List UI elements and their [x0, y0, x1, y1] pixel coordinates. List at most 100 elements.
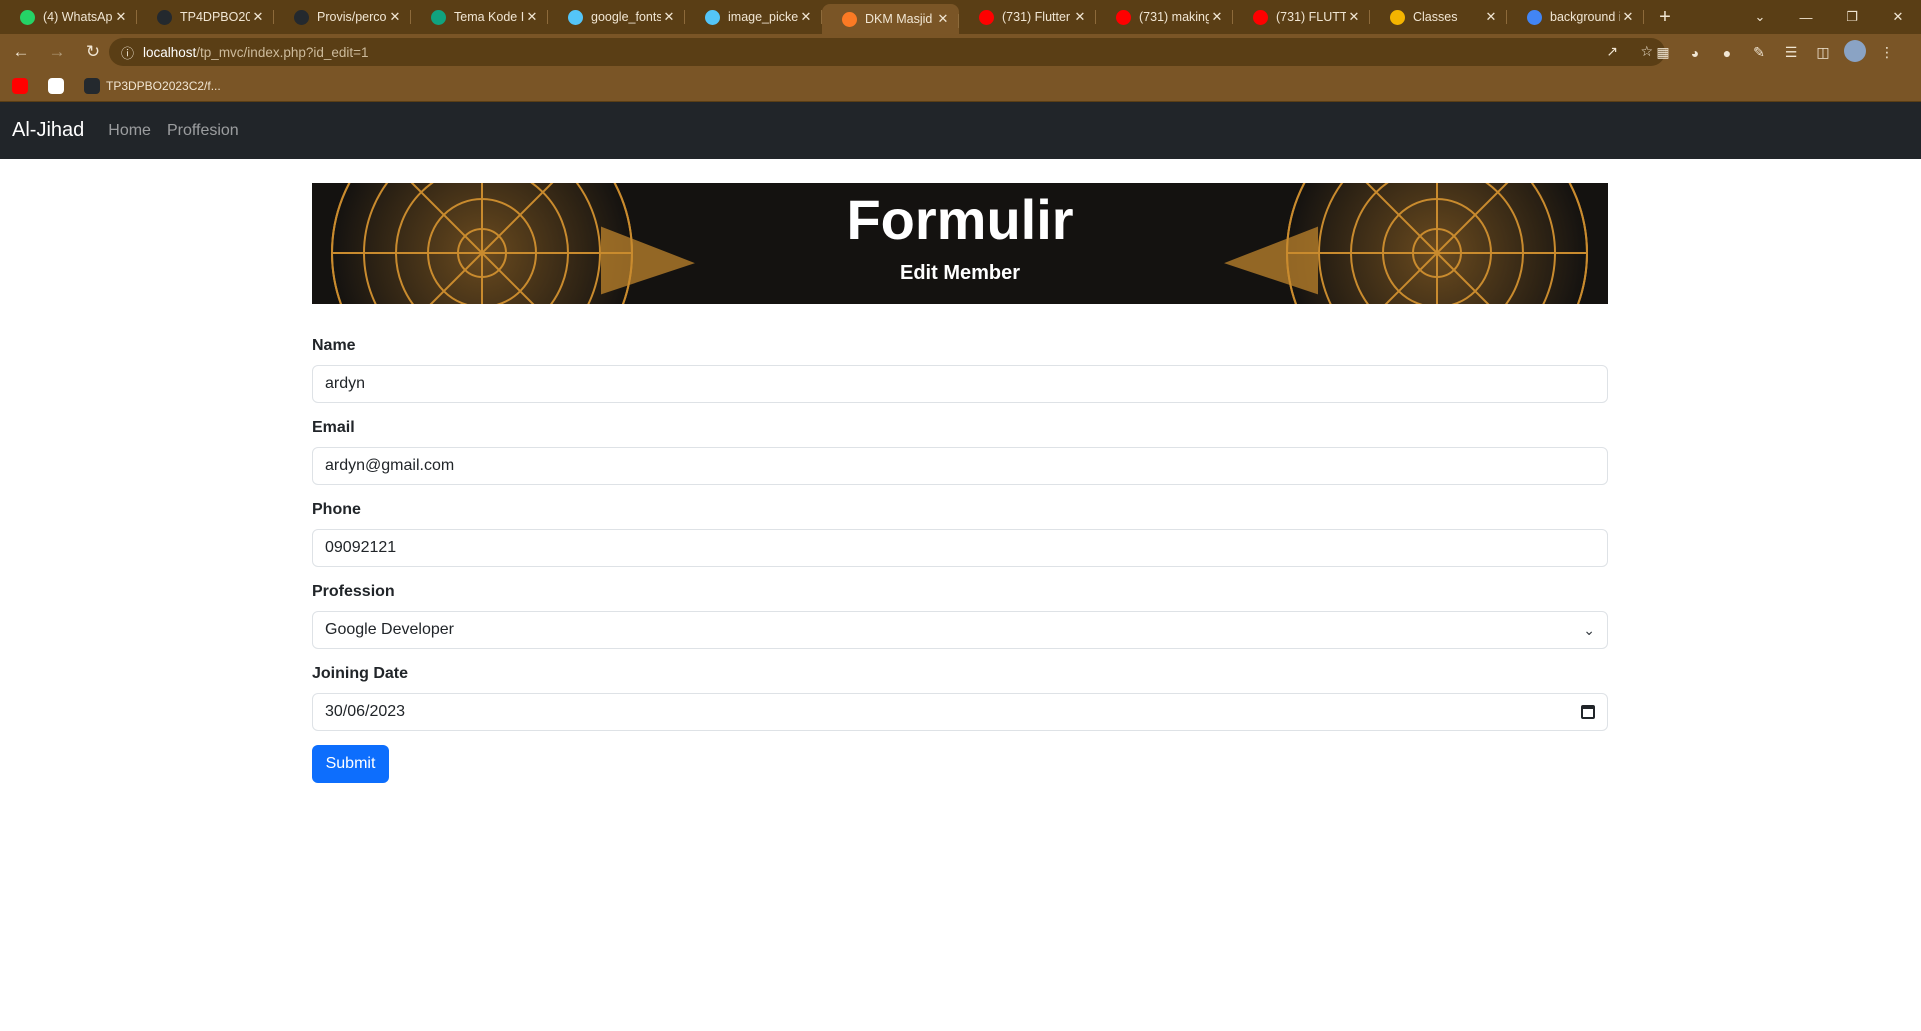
phone-value: 09092121	[325, 539, 397, 556]
google-icon	[1527, 9, 1542, 25]
joining-date-input[interactable]: 30/06/2023	[312, 693, 1608, 731]
browser-tab[interactable]: Classes ✕	[1370, 0, 1507, 34]
submit-button[interactable]: Submit	[312, 745, 389, 783]
close-tab-icon[interactable]: ✕	[661, 9, 677, 25]
email-input[interactable]: ardyn@gmail.com	[312, 447, 1608, 485]
nav-link-proffesion[interactable]: Proffesion	[167, 122, 239, 140]
tab-title: DKM Masjid Al-Jihad	[865, 12, 935, 26]
flutter-icon	[568, 9, 583, 25]
browser-tab[interactable]: image_picker ✕	[685, 0, 822, 34]
globe-icon	[48, 77, 64, 94]
media-icon[interactable]: ☰	[1775, 44, 1807, 61]
back-button[interactable]: ←	[6, 37, 36, 67]
extensions-puzzle-icon[interactable]: ✎	[1743, 44, 1775, 61]
joining-date-value: 30/06/2023	[325, 703, 406, 720]
tab-title: (731) Flutter Form	[1002, 10, 1072, 24]
close-tab-icon[interactable]: ✕	[1209, 9, 1225, 25]
tab-title: background image	[1550, 10, 1620, 24]
close-tab-icon[interactable]: ✕	[935, 11, 951, 27]
browser-tab[interactable]: DKM Masjid Al-Jihad✕	[822, 4, 959, 34]
nav-link-home[interactable]: Home	[108, 122, 151, 140]
share-icon[interactable]: ↗	[1606, 43, 1618, 59]
extensions-area: ▦ ◕ ● ✎ ☰ ◫ ⋮	[1647, 40, 1903, 65]
window-controls: ⌄ — ❐ ✕	[1737, 0, 1921, 34]
browser-tab[interactable]: (731) Flutter Form✕	[959, 0, 1096, 34]
tab-list: (4) WhatsApp✕TP4DPBO2023✕Provis/percobaa…	[0, 0, 1644, 34]
new-tab-button[interactable]: +	[1650, 2, 1680, 32]
menu-icon[interactable]: ⋮	[1871, 44, 1903, 61]
tab-title: Provis/percobaan	[317, 10, 387, 24]
browser-tabstrip: (4) WhatsApp✕TP4DPBO2023✕Provis/percobaa…	[0, 0, 1921, 34]
close-window-button[interactable]: ✕	[1875, 9, 1921, 25]
extension-icon[interactable]: ▦	[1647, 44, 1679, 61]
reload-button[interactable]: ↻	[78, 37, 108, 67]
chatgpt-icon	[431, 9, 446, 25]
browser-tab[interactable]: (731) FLUTTER✕	[1233, 0, 1370, 34]
close-tab-icon[interactable]: ✕	[1346, 9, 1362, 25]
youtube-icon	[1253, 9, 1268, 25]
bookmark-label: TP3DPBO2023C2/f...	[106, 78, 221, 93]
email-group: Email ardyn@gmail.com	[312, 419, 1608, 485]
close-tab-icon[interactable]: ✕	[1072, 9, 1088, 25]
site-info-icon[interactable]: ⓘ	[121, 43, 143, 62]
browser-tab[interactable]: Provis/percobaan✕	[274, 0, 411, 34]
browser-tab[interactable]: (4) WhatsApp ✕	[0, 0, 137, 34]
classroom-icon	[1390, 9, 1405, 25]
github-icon	[294, 9, 309, 25]
joining-date-label: Joining Date	[312, 665, 409, 682]
site-navbar: Al-Jihad Home Proffesion	[0, 102, 1921, 159]
name-value: ardyn	[325, 375, 366, 392]
tab-title: Classes	[1413, 10, 1458, 24]
flutter-icon	[705, 9, 720, 25]
browser-tab[interactable]: background image✕	[1507, 0, 1644, 34]
navbar-brand[interactable]: Al-Jihad	[12, 119, 84, 142]
github-icon	[84, 77, 100, 94]
email-value: ardyn@gmail.com	[325, 457, 455, 474]
youtube-icon	[979, 9, 994, 25]
forward-button[interactable]: →	[42, 37, 72, 67]
close-tab-icon[interactable]: ✕	[113, 9, 129, 25]
phone-group: Phone 09092121	[312, 501, 1608, 567]
url-path: /tp_mvc/index.php?id_edit=1	[196, 44, 369, 60]
address-bar[interactable]: ⓘ localhost/tp_mvc/index.php?id_edit=1 ↗…	[109, 38, 1665, 66]
browser-tab[interactable]: (731) making ✕	[1096, 0, 1233, 34]
profession-value: Google Developer	[325, 621, 454, 638]
calendar-icon[interactable]	[1581, 705, 1595, 719]
name-input[interactable]: ardyn	[312, 365, 1608, 403]
close-tab-icon[interactable]: ✕	[1483, 9, 1499, 25]
profile-avatar[interactable]	[1839, 40, 1871, 65]
profession-select[interactable]: Google Developer ⌄	[312, 611, 1608, 649]
close-tab-icon[interactable]: ✕	[524, 9, 540, 25]
close-tab-icon[interactable]: ✕	[798, 9, 814, 25]
restore-button[interactable]: ❐	[1829, 9, 1875, 25]
close-tab-icon[interactable]: ✕	[250, 9, 266, 25]
browser-toolbar: ← → ↻ ⓘ localhost/tp_mvc/index.php?id_ed…	[0, 34, 1921, 70]
phone-input[interactable]: 09092121	[312, 529, 1608, 567]
side-panel-icon[interactable]: ◫	[1807, 44, 1839, 61]
tab-title: google_fonts	[591, 10, 661, 24]
edit-member-form: Name ardyn Email ardyn@gmail.com Phone 0…	[312, 337, 1608, 783]
phone-label: Phone	[312, 501, 361, 518]
name-label: Name	[312, 337, 356, 354]
profession-group: Profession Google Developer ⌄	[312, 583, 1608, 649]
close-tab-icon[interactable]: ✕	[387, 9, 403, 25]
name-group: Name ardyn	[312, 337, 1608, 403]
extension-icon[interactable]: ◕	[1679, 45, 1711, 61]
main-container: Formulir Edit Member Name ardyn Email ar…	[312, 183, 1608, 783]
tab-title: image_picker	[728, 10, 798, 24]
whatsapp-icon	[20, 9, 35, 25]
url-text[interactable]: localhost/tp_mvc/index.php?id_edit=1	[143, 45, 1588, 60]
close-tab-icon[interactable]: ✕	[1620, 9, 1636, 25]
omnibox-actions: ↗ ☆	[1588, 43, 1653, 61]
tab-search-icon[interactable]: ⌄	[1737, 9, 1783, 25]
extension-icon[interactable]: ●	[1711, 45, 1743, 61]
bookmark-item[interactable]	[48, 77, 70, 94]
profession-label: Profession	[312, 583, 395, 600]
browser-tab[interactable]: google_fonts ✕	[548, 0, 685, 34]
browser-tab[interactable]: Tema Kode Islami✕	[411, 0, 548, 34]
url-host: localhost	[143, 44, 197, 60]
bookmark-item[interactable]: TP3DPBO2023C2/f...	[84, 77, 221, 94]
browser-tab[interactable]: TP4DPBO2023✕	[137, 0, 274, 34]
bookmark-item[interactable]	[12, 77, 34, 94]
minimize-button[interactable]: —	[1783, 10, 1829, 25]
